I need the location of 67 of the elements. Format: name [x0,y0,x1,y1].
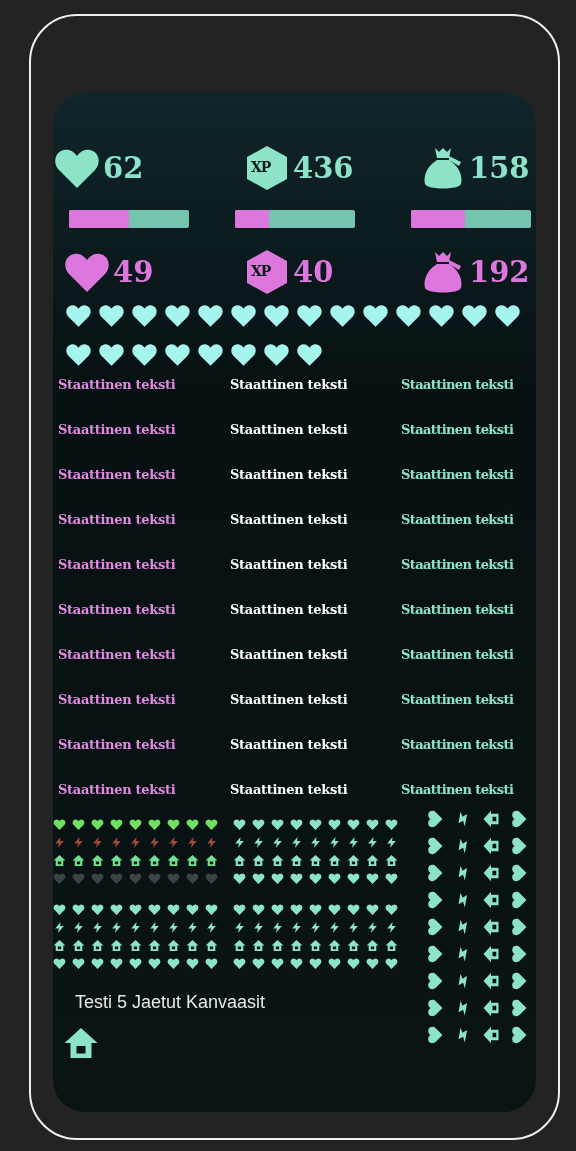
static-text: Staattinen teksti [58,736,177,754]
static-text: Staattinen teksti [401,556,515,574]
heart-icon [510,837,528,855]
static-text: Staattinen teksti [58,421,177,439]
canvas-title: Testi 5 Jaetut Kanvaasit [75,992,266,1013]
house-icon [482,945,500,963]
xp-label: XP [251,159,271,175]
static-text: Staattinen teksti [58,691,177,709]
stat-value: 40 [293,255,334,289]
static-text: Staattinen teksti [230,691,349,709]
static-text: Staattinen teksti [401,466,515,484]
house-icon [482,810,500,828]
house-icon [482,864,500,882]
static-text: Staattinen teksti [401,601,515,619]
stat-value: 436 [293,151,354,185]
heart-icon [426,864,444,882]
heart-icon [510,999,528,1017]
house-icon [482,837,500,855]
heart-icon [426,999,444,1017]
heart-icon [426,945,444,963]
heart-icon [510,972,528,990]
static-text: Staattinen teksti [230,736,349,754]
static-text: Staattinen teksti [401,646,515,664]
static-text: Staattinen teksti [401,736,515,754]
static-text: Staattinen teksti [230,466,349,484]
static-text: Staattinen teksti [230,421,349,439]
static-text: Staattinen teksti [230,376,349,394]
house-icon [482,999,500,1017]
xp-label: XP [251,263,271,279]
heart-icon [510,810,528,828]
heart-icon [426,837,444,855]
static-text: Staattinen teksti [230,556,349,574]
static-text: Staattinen teksti [230,781,349,799]
static-text: Staattinen teksti [58,466,177,484]
house-icon [482,918,500,936]
stat-value: 62 [103,151,144,185]
heart-icon [426,1026,444,1044]
static-text: Staattinen teksti [401,511,515,529]
static-text: Staattinen teksti [401,691,515,709]
stat-value: 49 [113,255,154,289]
heart-icon [426,918,444,936]
stat-value: 192 [469,255,530,289]
static-text: Staattinen teksti [58,511,177,529]
static-text: Staattinen teksti [401,376,515,394]
static-text: Staattinen teksti [230,601,349,619]
static-text: Staattinen teksti [58,556,177,574]
static-text: Staattinen teksti [230,511,349,529]
static-text: Staattinen teksti [58,781,177,799]
heart-icon [426,810,444,828]
static-text: Staattinen teksti [230,646,349,664]
house-icon [482,1026,500,1044]
heart-icon [510,1026,528,1044]
static-text: Staattinen teksti [58,601,177,619]
heart-icon [510,918,528,936]
home-button[interactable] [63,1025,99,1061]
house-icon [482,891,500,909]
heart-icon [510,891,528,909]
house-icon [482,972,500,990]
heart-icon [426,972,444,990]
static-text: Staattinen teksti [58,646,177,664]
stat-value: 158 [469,151,530,185]
static-text: Staattinen teksti [401,781,515,799]
heart-icon [510,945,528,963]
static-text: Staattinen teksti [58,376,177,394]
heart-icon [426,891,444,909]
heart-icon [510,864,528,882]
static-text: Staattinen teksti [401,421,515,439]
